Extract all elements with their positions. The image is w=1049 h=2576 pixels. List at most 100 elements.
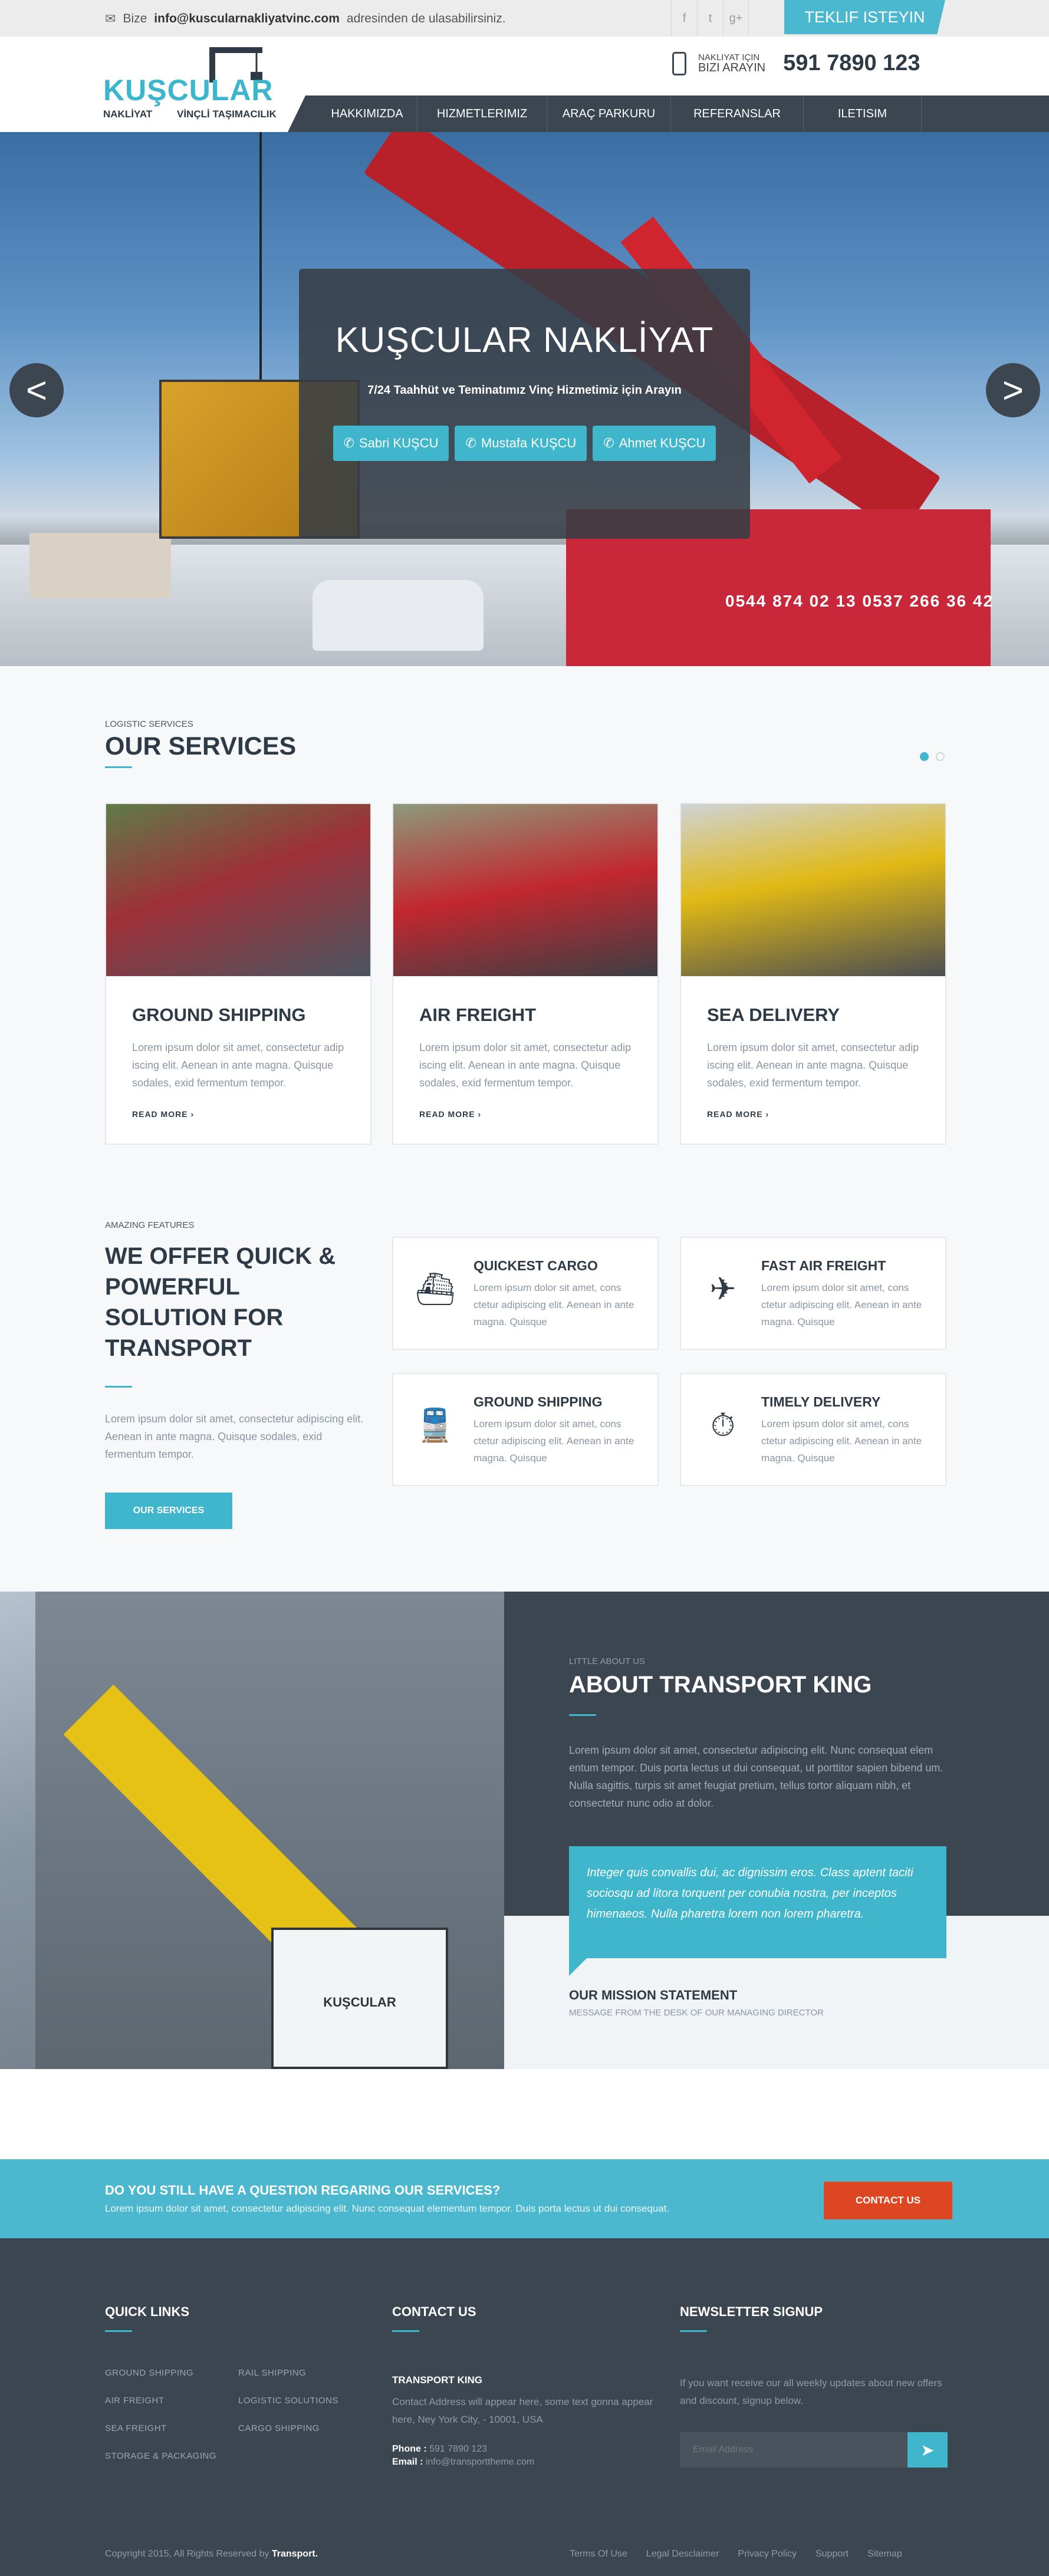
contact-us-button[interactable]: CONTACT US [824,2182,952,2219]
facebook-icon[interactable]: f [671,0,697,37]
hero-caption: KUŞCULAR NAKLİYAT 7/24 Taahhüt ve Temina… [299,269,750,539]
terms-link[interactable]: Terms Of Use [570,2549,627,2559]
truck-cab-label: KUŞCULAR [323,1995,396,2010]
plane-icon: ✈ [709,1271,736,1307]
feature-text: Lorem ipsum dolor sit amet, cons ctetur … [473,1418,634,1464]
service-card-title: AIR FREIGHT [419,1004,537,1025]
cta-title: DO YOU STILL HAVE A QUESTION REGARING OU… [105,2183,501,2198]
google-plus-icon[interactable]: g+ [723,0,749,37]
logo-name: KUŞCULAR [103,74,274,107]
main-nav: HAKKIMIZDA HIZMETLERIMIZ ARAÇ PARKURU RE… [305,95,1049,132]
call-mustafa-button[interactable]: ✆ Mustafa KUŞCU [455,426,587,461]
contact-address: Contact Address will appear here, some t… [392,2396,653,2425]
contact-email-label: Email : [392,2457,423,2467]
phone-label-line1: NAKLIYAT IÇIN [698,52,760,62]
nav-item-arac-parkuru[interactable]: ARAÇ PARKURU [547,95,671,132]
features-title: WE OFFER QUICK & POWERFUL SOLUTION FOR T… [105,1243,336,1361]
service-card-sea[interactable]: SEA DELIVERY Lorem ipsum dolor sit amet,… [680,803,946,1145]
call-ahmet-label: Ahmet KUŞCU [619,436,706,450]
call-mustafa-label: Mustafa KUŞCU [481,436,577,450]
contact-email-value[interactable]: info@transporttheme.com [426,2457,534,2467]
footer: QUICK LINKS GROUND SHIPPING RAIL SHIPPIN… [0,2238,1049,2576]
train-icon: 🚆 [415,1408,455,1443]
call-sabri-button[interactable]: ✆ Sabri KUŞCU [333,426,449,461]
features-kicker: AMAZING FEATURES [105,1220,195,1230]
nav-item-hakkimizda[interactable]: HAKKIMIZDA [317,95,417,132]
read-more-link[interactable]: READ MORE › [132,1109,370,1119]
copyright-brand[interactable]: Transport. [272,2549,318,2559]
logo-sub-left: NAKLİYAT [103,108,153,120]
slider-prev-button[interactable]: < [9,363,64,417]
call-ahmet-button[interactable]: ✆ Ahmet KUŞCU [593,426,716,461]
footer-link[interactable]: LOGISTIC SOLUTIONS [238,2396,356,2406]
sitemap-link[interactable]: Sitemap [867,2549,902,2559]
footer-link[interactable]: RAIL SHIPPING [238,2368,356,2378]
logo-sub-right: VİNÇLİ TAŞIMACILIK [177,108,277,120]
contact-underline [392,2330,419,2332]
phone-box: NAKLIYAT IÇIN BIZI ARAYIN 591 7890 123 [672,51,920,76]
service-card-ground[interactable]: GROUND SHIPPING Lorem ipsum dolor sit am… [105,803,371,1145]
support-link[interactable]: Support [815,2549,849,2559]
hero-slider: 0544 874 02 13 0537 266 36 42 < > KUŞCUL… [0,132,1049,666]
footer-link[interactable]: GROUND SHIPPING [105,2368,238,2378]
services-underline [105,766,132,768]
about-quote: Integer quis convallis dui, ac dignissim… [569,1846,946,1976]
mail-address-link[interactable]: info@kuscularnakliyatvinc.com [154,12,340,26]
feature-box-timely-delivery[interactable]: ⏱ TIMELY DELIVERY Lorem ipsum dolor sit … [680,1373,946,1486]
hero-van [313,580,484,651]
cta-bar: DO YOU STILL HAVE A QUESTION REGARING OU… [0,2159,1049,2238]
nav-item-hizmetlerimiz[interactable]: HIZMETLERIMIZ [417,95,547,132]
top-bar: ✉ Bize info@kuscularnakliyatvinc.com adr… [0,0,1049,37]
contact-org: TRANSPORT KING [392,2374,482,2386]
mail-prefix: Bize [123,12,147,25]
read-more-link[interactable]: READ MORE › [419,1109,657,1119]
mobile-phone-icon [672,51,686,75]
read-more-link[interactable]: READ MORE › [707,1109,945,1119]
privacy-link[interactable]: Privacy Policy [738,2549,797,2559]
legal-link[interactable]: Legal Desclaimer [646,2549,719,2559]
features-underline [105,1386,132,1388]
copyright-text: Copyright 2015, All Rights Reserved by [105,2549,269,2559]
footer-link[interactable]: AIR FREIGHT [105,2396,238,2406]
feature-box-ground-shipping[interactable]: 🚆 GROUND SHIPPING Lorem ipsum dolor sit … [392,1373,659,1486]
carousel-dot-2[interactable] [936,752,945,761]
hero-truck-phone-text: 0544 874 02 13 0537 266 36 42 [725,592,994,610]
our-services-button[interactable]: OUR SERVICES [105,1493,232,1529]
phone-number[interactable]: 591 7890 123 [783,51,920,76]
request-quote-button[interactable]: TEKLIF ISTEYIN [784,0,945,34]
mail-suffix: adresinden de ulasabilirsiniz. [346,12,506,25]
features-intro: AMAZING FEATURES WE OFFER QUICK & POWERF… [105,1220,364,1529]
service-card-image [681,804,945,976]
nav-item-referanslar[interactable]: REFERANSLAR [671,95,804,132]
feature-title: QUICKEST CARGO [473,1258,598,1273]
call-sabri-label: Sabri KUŞCU [359,436,439,450]
service-card-image [393,804,657,976]
slider-next-button[interactable]: > [986,363,1040,417]
logo[interactable]: KUŞCULAR NAKLİYAT VİNÇLİ TAŞIMACILIK [103,37,292,125]
hero-title: KUŞCULAR NAKLİYAT [335,320,714,360]
phone-icon: ✆ [603,436,614,450]
feature-box-fast-air-freight[interactable]: ✈ FAST AIR FREIGHT Lorem ipsum dolor sit… [680,1237,946,1350]
newsletter-text: If you want receive our all weekly updat… [680,2377,942,2406]
footer-link[interactable]: STORAGE & PACKAGING [105,2451,238,2461]
twitter-icon[interactable]: t [697,0,723,37]
copyright: Copyright 2015, All Rights Reserved by T… [105,2549,318,2559]
services-section: LOGISTIC SERVICES OUR SERVICES GROUND SH… [0,666,1049,1592]
feature-box-quickest-cargo[interactable]: ⛴ QUICKEST CARGO Lorem ipsum dolor sit a… [392,1237,659,1350]
newsletter-title: NEWSLETTER SIGNUP [680,2304,823,2319]
mission-title: OUR MISSION STATEMENT [569,1988,738,2002]
top-mail-info: ✉ Bize info@kuscularnakliyatvinc.com adr… [105,11,506,27]
footer-link[interactable]: SEA FREIGHT [105,2423,238,2433]
feature-text: Lorem ipsum dolor sit amet, cons ctetur … [473,1282,634,1327]
mission-subtitle: MESSAGE FROM THE DESK OF OUR MANAGING DI… [569,2008,824,2018]
phone-icon: ✆ [465,436,476,450]
newsletter-email-input[interactable] [680,2432,907,2468]
footer-link[interactable]: CARGO SHIPPING [238,2423,356,2433]
carousel-dot-1[interactable] [920,752,929,761]
ship-icon: ⛴ [415,1271,456,1307]
service-card-air[interactable]: AIR FREIGHT Lorem ipsum dolor sit amet, … [392,803,659,1145]
nav-item-iletisim[interactable]: ILETISIM [804,95,922,132]
contact-phone-value[interactable]: 591 7890 123 [429,2444,487,2454]
quick-links-title: QUICK LINKS [105,2304,189,2319]
send-icon[interactable]: ➤ [907,2432,948,2468]
